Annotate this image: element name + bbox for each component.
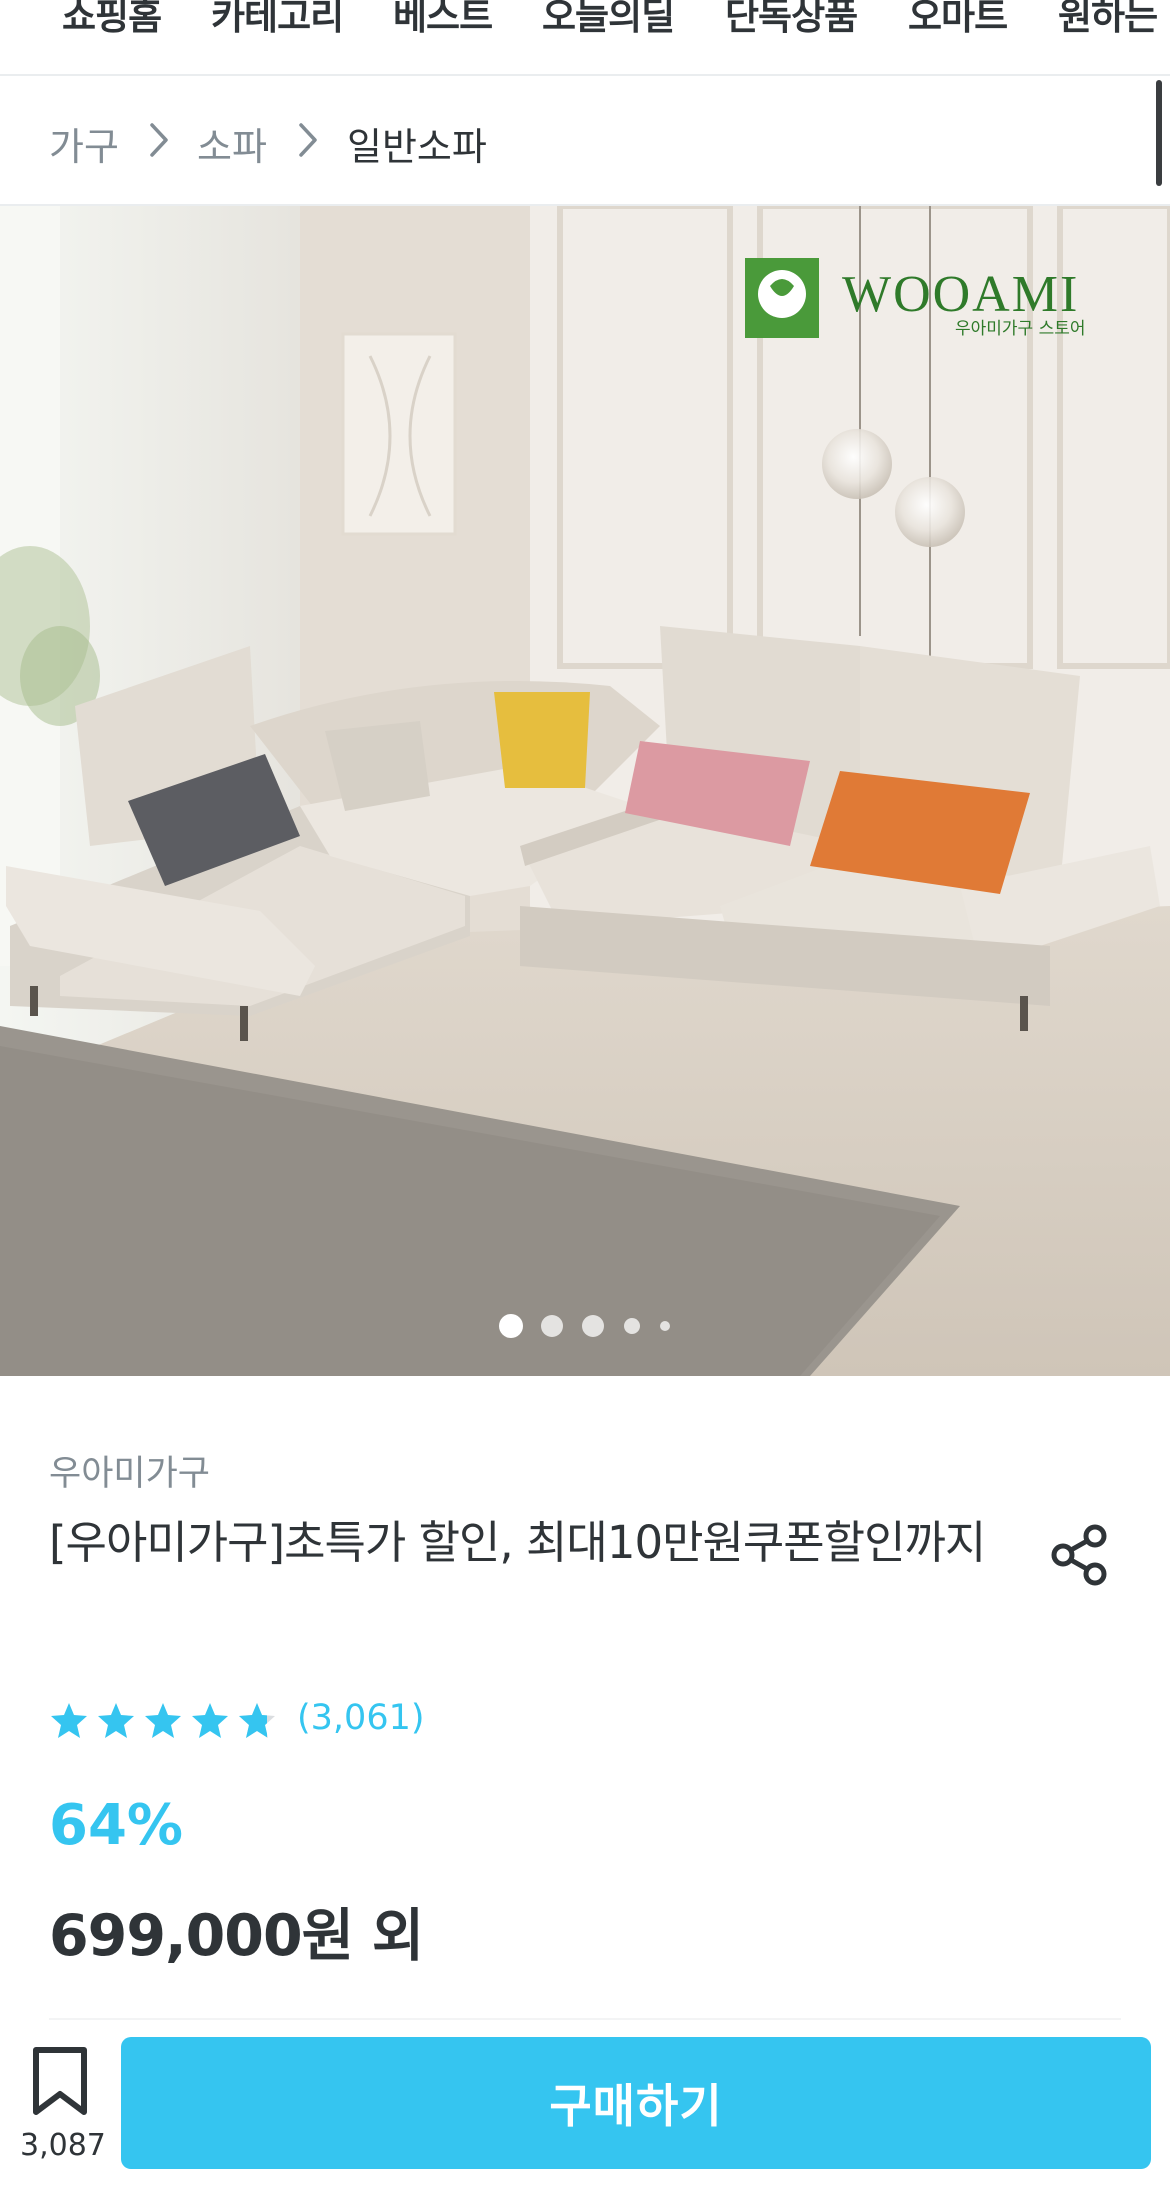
sale-price: 699,000원 외 [49,1903,424,1969]
breadcrumb-item-general-sofa[interactable]: 일반소파 [347,116,487,171]
breadcrumb-item-sofa[interactable]: 소파 [197,116,267,171]
logo-subtext: 우아미가구 스토어 [955,319,1086,339]
product-title: [우아미가구]초특가 할인, 최대10만원쿠폰할인까지 [49,1516,986,1569]
tab-wishlist[interactable]: 원하는 [1058,0,1158,40]
buy-button[interactable]: 구매하기 [121,2037,1151,2169]
carousel-indicator [0,1314,1170,1344]
tab-shopping-home[interactable]: 쇼핑홈 [62,0,162,40]
chevron-right-icon [299,123,317,157]
carousel-dot[interactable] [660,1321,670,1331]
star-rating-icon [51,1703,275,1738]
tab-category[interactable]: 카테고리 [211,0,344,40]
brand-logo [745,258,819,338]
carousel-dot[interactable] [541,1315,563,1337]
carousel-dot-active[interactable] [499,1314,523,1338]
divider [49,2018,1121,2020]
carousel-dot[interactable] [582,1315,604,1337]
share-icon[interactable] [1045,1520,1115,1590]
brand-name[interactable]: 우아미가구 [49,1445,210,1496]
breadcrumb-item-furniture[interactable]: 가구 [49,116,119,171]
tab-todays-deal[interactable]: 오늘의딜 [542,0,675,40]
breadcrumb: 가구 소파 일반소파 [0,76,1170,206]
tab-exclusive[interactable]: 단독상품 [725,0,858,40]
product-image-carousel[interactable]: WOOAMI 우아미가구 스토어 [0,206,1170,1376]
discount-rate: 64% [49,1793,184,1858]
category-tab-bar: 쇼핑홈 카테고리 베스트 오늘의딜 단독상품 오마트 원하는 [0,0,1170,76]
carousel-dot[interactable] [624,1318,640,1334]
scrollbar[interactable] [1156,80,1162,186]
logo-text: WOOAMI [842,266,1079,323]
tab-o-mart[interactable]: 오마트 [908,0,1008,40]
chevron-right-icon [150,123,168,157]
bookmark-button[interactable]: 3,087 [20,2042,106,2163]
product-photo-sofa: WOOAMI 우아미가구 스토어 [0,206,1170,1376]
bookmark-icon [33,2047,87,2115]
review-count[interactable]: (3,061) [297,1698,425,1738]
tab-best[interactable]: 베스트 [393,0,493,40]
bookmark-count: 3,087 [20,2128,106,2163]
